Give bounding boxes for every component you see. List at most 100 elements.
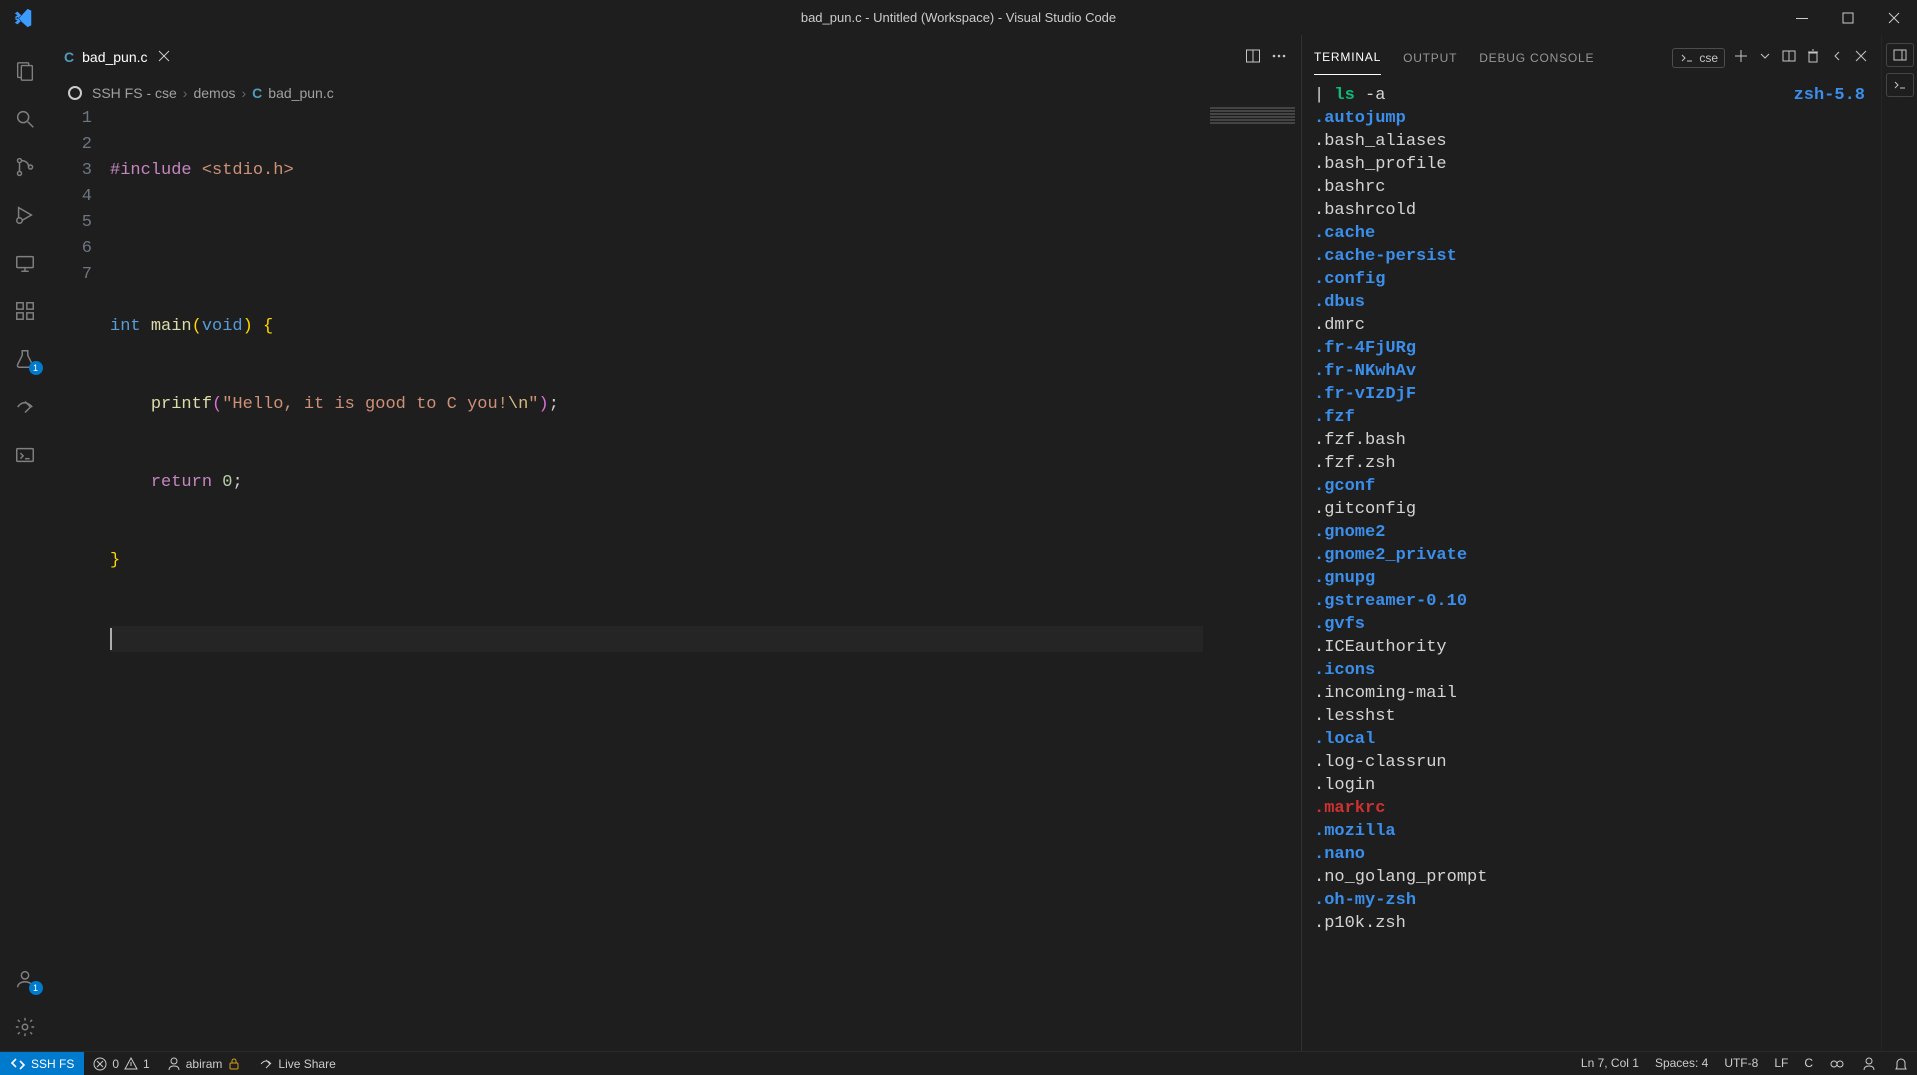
side-panel-collapsed xyxy=(1881,35,1917,1051)
terminal-line: .lesshst xyxy=(1314,705,1869,728)
encoding-status[interactable]: UTF-8 xyxy=(1716,1056,1766,1070)
maximize-button[interactable] xyxy=(1825,0,1871,35)
terminal-body[interactable]: zsh-5.8 | ls -a .autojump.bash_aliases.b… xyxy=(1302,80,1881,1051)
chevron-down-icon[interactable] xyxy=(1757,48,1773,67)
notifications-icon[interactable] xyxy=(1885,1056,1917,1072)
user-status[interactable]: abiram xyxy=(158,1052,251,1075)
cursor-icon xyxy=(110,628,112,650)
toggle-panel-icon[interactable] xyxy=(1886,43,1914,67)
terminal-line: .icons xyxy=(1314,659,1869,682)
indentation-status[interactable]: Spaces: 4 xyxy=(1647,1056,1716,1070)
testing-badge: 1 xyxy=(29,361,43,375)
terminal-line: .cache xyxy=(1314,222,1869,245)
terminal-line: .incoming-mail xyxy=(1314,682,1869,705)
terminal-line: .gnome2_private xyxy=(1314,544,1869,567)
minimap[interactable] xyxy=(1203,106,1301,1051)
editor-tabs: C bad_pun.c xyxy=(50,35,1301,80)
extensions-icon[interactable] xyxy=(1,287,49,335)
problems-status[interactable]: 0 1 xyxy=(84,1052,157,1075)
tab-debug-console[interactable]: DEBUG CONSOLE xyxy=(1479,51,1594,65)
title-bar: bad_pun.c - Untitled (Workspace) - Visua… xyxy=(0,0,1917,35)
kill-terminal-icon[interactable] xyxy=(1805,48,1821,67)
cursor-position[interactable]: Ln 7, Col 1 xyxy=(1573,1056,1647,1070)
settings-gear-icon[interactable] xyxy=(1,1003,49,1051)
window-title: bad_pun.c - Untitled (Workspace) - Visua… xyxy=(801,10,1116,25)
window-controls xyxy=(1779,0,1917,35)
breadcrumb-root[interactable]: SSH FS - cse xyxy=(92,85,177,101)
sshfs-icon[interactable] xyxy=(1,431,49,479)
explorer-icon[interactable] xyxy=(1,47,49,95)
terminal-line: .local xyxy=(1314,728,1869,751)
terminal-line: .ICEauthority xyxy=(1314,636,1869,659)
terminal-line: .gnome2 xyxy=(1314,521,1869,544)
terminal-line: .fr-vIzDjF xyxy=(1314,383,1869,406)
editor-tab-actions xyxy=(1245,35,1301,80)
new-terminal-icon[interactable] xyxy=(1733,48,1749,67)
terminal-line: .bash_profile xyxy=(1314,153,1869,176)
terminal-profile-dropdown[interactable]: cse xyxy=(1672,48,1725,68)
live-share-icon[interactable] xyxy=(1,383,49,431)
terminal-line: .gitconfig xyxy=(1314,498,1869,521)
c-file-icon: C xyxy=(252,85,262,101)
terminal-line: .oh-my-zsh xyxy=(1314,889,1869,912)
language-mode[interactable]: C xyxy=(1796,1056,1821,1070)
source-control-icon[interactable] xyxy=(1,143,49,191)
editor-group: C bad_pun.c SSH FS - cse › demos › C bad… xyxy=(50,35,1301,1051)
terminal-shortcut-icon[interactable] xyxy=(1886,73,1914,97)
eol-status[interactable]: LF xyxy=(1766,1056,1796,1070)
run-debug-icon[interactable] xyxy=(1,191,49,239)
breadcrumb-file[interactable]: bad_pun.c xyxy=(268,85,333,101)
terminal-line: .gnupg xyxy=(1314,567,1869,590)
copilot-icon[interactable] xyxy=(1821,1056,1853,1072)
active-line xyxy=(110,626,1301,652)
tab-bad-pun-c[interactable]: C bad_pun.c xyxy=(50,35,186,80)
terminal-line: .bashrc xyxy=(1314,176,1869,199)
terminal-line: .fzf.zsh xyxy=(1314,452,1869,475)
terminal-line: .config xyxy=(1314,268,1869,291)
terminal-line: .autojump xyxy=(1314,107,1869,130)
close-panel-icon[interactable] xyxy=(1853,48,1869,67)
terminal-line: .cache-persist xyxy=(1314,245,1869,268)
terminal-line: .p10k.zsh xyxy=(1314,912,1869,935)
terminal-line: .nano xyxy=(1314,843,1869,866)
remote-indicator[interactable]: SSH FS xyxy=(0,1052,84,1075)
terminal-line: .gconf xyxy=(1314,475,1869,498)
chevron-right-icon: › xyxy=(183,85,188,101)
tab-terminal[interactable]: TERMINAL xyxy=(1314,50,1381,75)
breadcrumb-folder[interactable]: demos xyxy=(193,85,235,101)
main-area: 1 1 C bad_pun.c xyxy=(0,35,1917,1051)
minimize-button[interactable] xyxy=(1779,0,1825,35)
split-editor-icon[interactable] xyxy=(1245,48,1261,67)
status-bar: SSH FS 0 1 abiram Live Share Ln 7, Col 1… xyxy=(0,1051,1917,1075)
terminal-line: .dbus xyxy=(1314,291,1869,314)
testing-icon[interactable]: 1 xyxy=(1,335,49,383)
remote-explorer-icon[interactable] xyxy=(1,239,49,287)
tab-output[interactable]: OUTPUT xyxy=(1403,51,1457,65)
code-editor[interactable]: 1 2 3 4 5 6 7 #include <stdio.h> int mai… xyxy=(50,106,1301,1051)
live-share-status[interactable]: Live Share xyxy=(250,1052,343,1075)
terminal-line: .fzf.bash xyxy=(1314,429,1869,452)
terminal-line: .log-classrun xyxy=(1314,751,1869,774)
search-icon[interactable] xyxy=(1,95,49,143)
chevron-left-icon[interactable] xyxy=(1829,48,1845,67)
record-icon xyxy=(68,86,82,100)
tab-label: bad_pun.c xyxy=(82,49,147,65)
more-actions-icon[interactable] xyxy=(1271,48,1287,67)
terminal-right-status: zsh-5.8 xyxy=(1794,84,1865,107)
terminal-line: .dmrc xyxy=(1314,314,1869,337)
close-button[interactable] xyxy=(1871,0,1917,35)
vscode-logo-icon xyxy=(0,0,35,35)
accounts-badge: 1 xyxy=(29,981,43,995)
code-content[interactable]: #include <stdio.h> int main(void) { prin… xyxy=(110,106,1301,1051)
terminal-line: .no_golang_prompt xyxy=(1314,866,1869,889)
terminal-line: .bashrcold xyxy=(1314,199,1869,222)
c-file-icon: C xyxy=(64,49,74,65)
terminal-line: .mozilla xyxy=(1314,820,1869,843)
feedback-icon[interactable] xyxy=(1853,1056,1885,1072)
breadcrumb[interactable]: SSH FS - cse › demos › C bad_pun.c xyxy=(50,80,1301,106)
line-number-gutter: 1 2 3 4 5 6 7 xyxy=(50,106,110,1051)
accounts-icon[interactable]: 1 xyxy=(1,955,49,1003)
split-terminal-icon[interactable] xyxy=(1781,48,1797,67)
tab-close-icon[interactable] xyxy=(156,48,172,67)
terminal-prompt: | ls -a xyxy=(1314,84,1869,107)
